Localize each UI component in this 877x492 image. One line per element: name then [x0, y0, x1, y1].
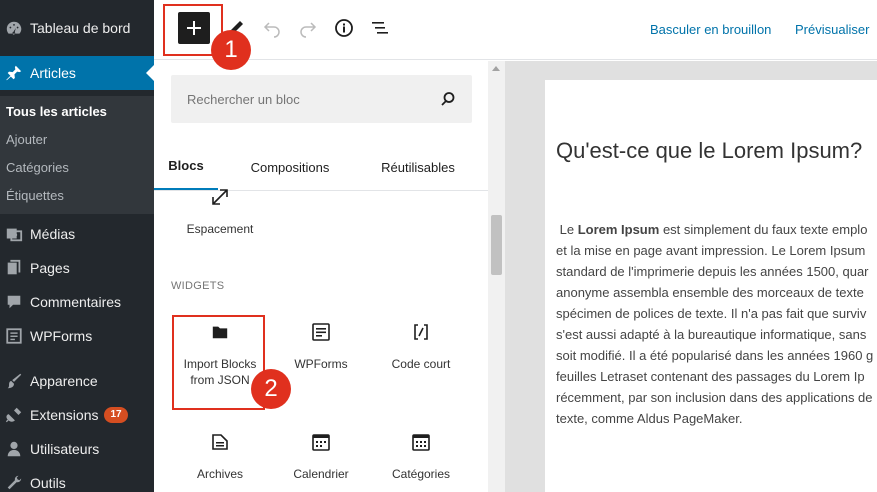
switch-to-draft-button[interactable]: Basculer en brouillon — [650, 22, 771, 37]
sidebar-item-label: Apparence — [30, 373, 98, 389]
list-view-button[interactable] — [368, 16, 392, 40]
block-categories[interactable]: Catégories — [373, 430, 469, 482]
sidebar-item-label: Commentaires — [30, 294, 122, 310]
sidebar-item-media[interactable]: Médias — [0, 222, 154, 246]
sidebar-item-label: Utilisateurs — [30, 441, 100, 457]
block-archives[interactable]: Archives — [172, 430, 268, 482]
step-marker-2: 2 — [251, 369, 291, 409]
updates-count-badge: 17 — [104, 407, 128, 423]
block-label: Espacement — [186, 222, 254, 236]
search-icon[interactable] — [438, 89, 458, 109]
sidebar-item-label: WPForms — [30, 328, 93, 344]
wpforms-icon — [311, 320, 331, 344]
block-label: Code court — [391, 357, 451, 371]
editor-top-toolbar: Basculer en brouillon Prévisualiser — [154, 0, 877, 60]
sidebar-item-tools[interactable]: Outils — [0, 471, 154, 492]
undo-button[interactable] — [260, 16, 284, 40]
block-label: Calendrier — [293, 467, 349, 481]
block-inserter-panel: Blocs Compositions Réutilisables Espacem… — [154, 61, 505, 492]
paragraph-line: s'est aussi adapté à la bureautique info… — [556, 327, 867, 342]
spacer-icon — [210, 185, 230, 209]
submenu-tags[interactable]: Étiquettes — [6, 188, 64, 203]
sidebar-item-label: Outils — [30, 475, 66, 491]
block-calendar[interactable]: Calendrier — [273, 430, 369, 482]
details-button[interactable] — [332, 16, 356, 40]
block-search-box — [171, 75, 472, 123]
block-search-input[interactable] — [187, 91, 427, 107]
paragraph-line: spécimen de polices de texte. Il n'a pas… — [556, 306, 867, 321]
sidebar-item-label: Articles — [30, 65, 76, 81]
widgets-category-heading: WIDGETS — [171, 280, 225, 292]
sidebar-item-label: Tableau de bord — [30, 20, 131, 36]
calendar-icon — [311, 430, 331, 454]
tab-blocks[interactable]: Blocs — [154, 143, 218, 191]
media-icon — [4, 224, 24, 244]
bold-text: Lorem Ipsum — [577, 222, 660, 237]
sidebar-item-wpforms[interactable]: WPForms — [0, 324, 154, 348]
undo-icon — [263, 22, 280, 38]
sidebar-item-label: Extensions — [30, 407, 99, 423]
block-wpforms[interactable]: WPForms — [273, 320, 369, 372]
categories-icon — [411, 430, 431, 454]
block-shortcode[interactable]: Code court — [373, 320, 469, 372]
wrench-icon — [4, 473, 24, 492]
pages-icon — [4, 258, 24, 278]
submenu-categories[interactable]: Catégories — [6, 160, 69, 175]
user-icon — [4, 439, 24, 459]
dashboard-icon — [4, 18, 24, 38]
paragraph-line: est simplement du faux texte emplo — [662, 222, 868, 237]
highlight-box-import-block — [172, 315, 265, 410]
block-spacer[interactable]: Espacement — [172, 185, 268, 237]
wpforms-icon — [4, 326, 24, 346]
shortcode-icon — [411, 320, 431, 344]
sidebar-item-articles[interactable]: Articles — [0, 56, 154, 90]
block-label: WPForms — [294, 357, 348, 371]
info-icon — [335, 19, 353, 37]
sidebar-item-appearance[interactable]: Apparence — [0, 369, 154, 393]
tab-patterns[interactable]: Compositions — [232, 143, 348, 191]
paragraph-line: standard de l'imprimerie depuis les anné… — [556, 264, 869, 279]
paragraph-line: texte, comme Aldus PageMaker. — [556, 411, 743, 426]
editor-canvas: Qu'est-ce que le Lorem Ipsum? Le Lorem I… — [505, 61, 877, 492]
block-label: Catégories — [391, 467, 451, 481]
step-marker-1: 1 — [211, 30, 251, 70]
submenu-add-new[interactable]: Ajouter — [6, 132, 47, 147]
articles-submenu: Tous les articles Ajouter Catégories Éti… — [0, 96, 154, 214]
sidebar-item-label: Médias — [30, 226, 76, 242]
plugin-icon — [4, 405, 24, 425]
paragraph-line: anonyme assembla ensemble des morceaux d… — [556, 285, 864, 300]
post-content-area: Qu'est-ce que le Lorem Ipsum? Le Lorem I… — [545, 80, 877, 492]
submenu-all-posts[interactable]: Tous les articles — [6, 104, 107, 119]
redo-button[interactable] — [296, 16, 320, 40]
sidebar-item-label: Pages — [30, 260, 70, 276]
archive-icon — [210, 430, 230, 454]
sidebar-item-comments[interactable]: Commentaires — [0, 290, 154, 314]
paragraph-line: soit modifié. Il a été popularisé dans l… — [556, 348, 874, 363]
inserter-scrollbar[interactable] — [488, 61, 505, 492]
list-view-icon — [372, 22, 388, 34]
scroll-up-arrow-icon[interactable] — [492, 66, 500, 71]
admin-sidebar: Tableau de bord Articles Tous les articl… — [0, 0, 154, 492]
paragraph-line: feuilles Letraset contenant des passages… — [556, 369, 865, 384]
sidebar-item-extensions[interactable]: Extensions 17 — [0, 403, 154, 427]
sidebar-item-dashboard[interactable]: Tableau de bord — [0, 16, 154, 40]
post-heading[interactable]: Qu'est-ce que le Lorem Ipsum? — [556, 138, 862, 164]
scrollbar-thumb[interactable] — [491, 215, 502, 275]
preview-button[interactable]: Prévisualiser — [795, 22, 869, 37]
post-paragraph[interactable]: Le Lorem Ipsum est simplement du faux te… — [556, 219, 877, 429]
sidebar-item-pages[interactable]: Pages — [0, 256, 154, 280]
pushpin-icon — [4, 63, 24, 83]
redo-icon — [300, 22, 317, 38]
tab-reusable[interactable]: Réutilisables — [368, 143, 468, 191]
sidebar-item-users[interactable]: Utilisateurs — [0, 437, 154, 461]
brush-icon — [4, 371, 24, 391]
paragraph-line: récemment, par son inclusion dans des ap… — [556, 390, 873, 405]
paragraph-line: et la mise en page avant impression. Le … — [556, 243, 866, 258]
comment-icon — [4, 292, 24, 312]
block-label: Archives — [196, 467, 243, 481]
